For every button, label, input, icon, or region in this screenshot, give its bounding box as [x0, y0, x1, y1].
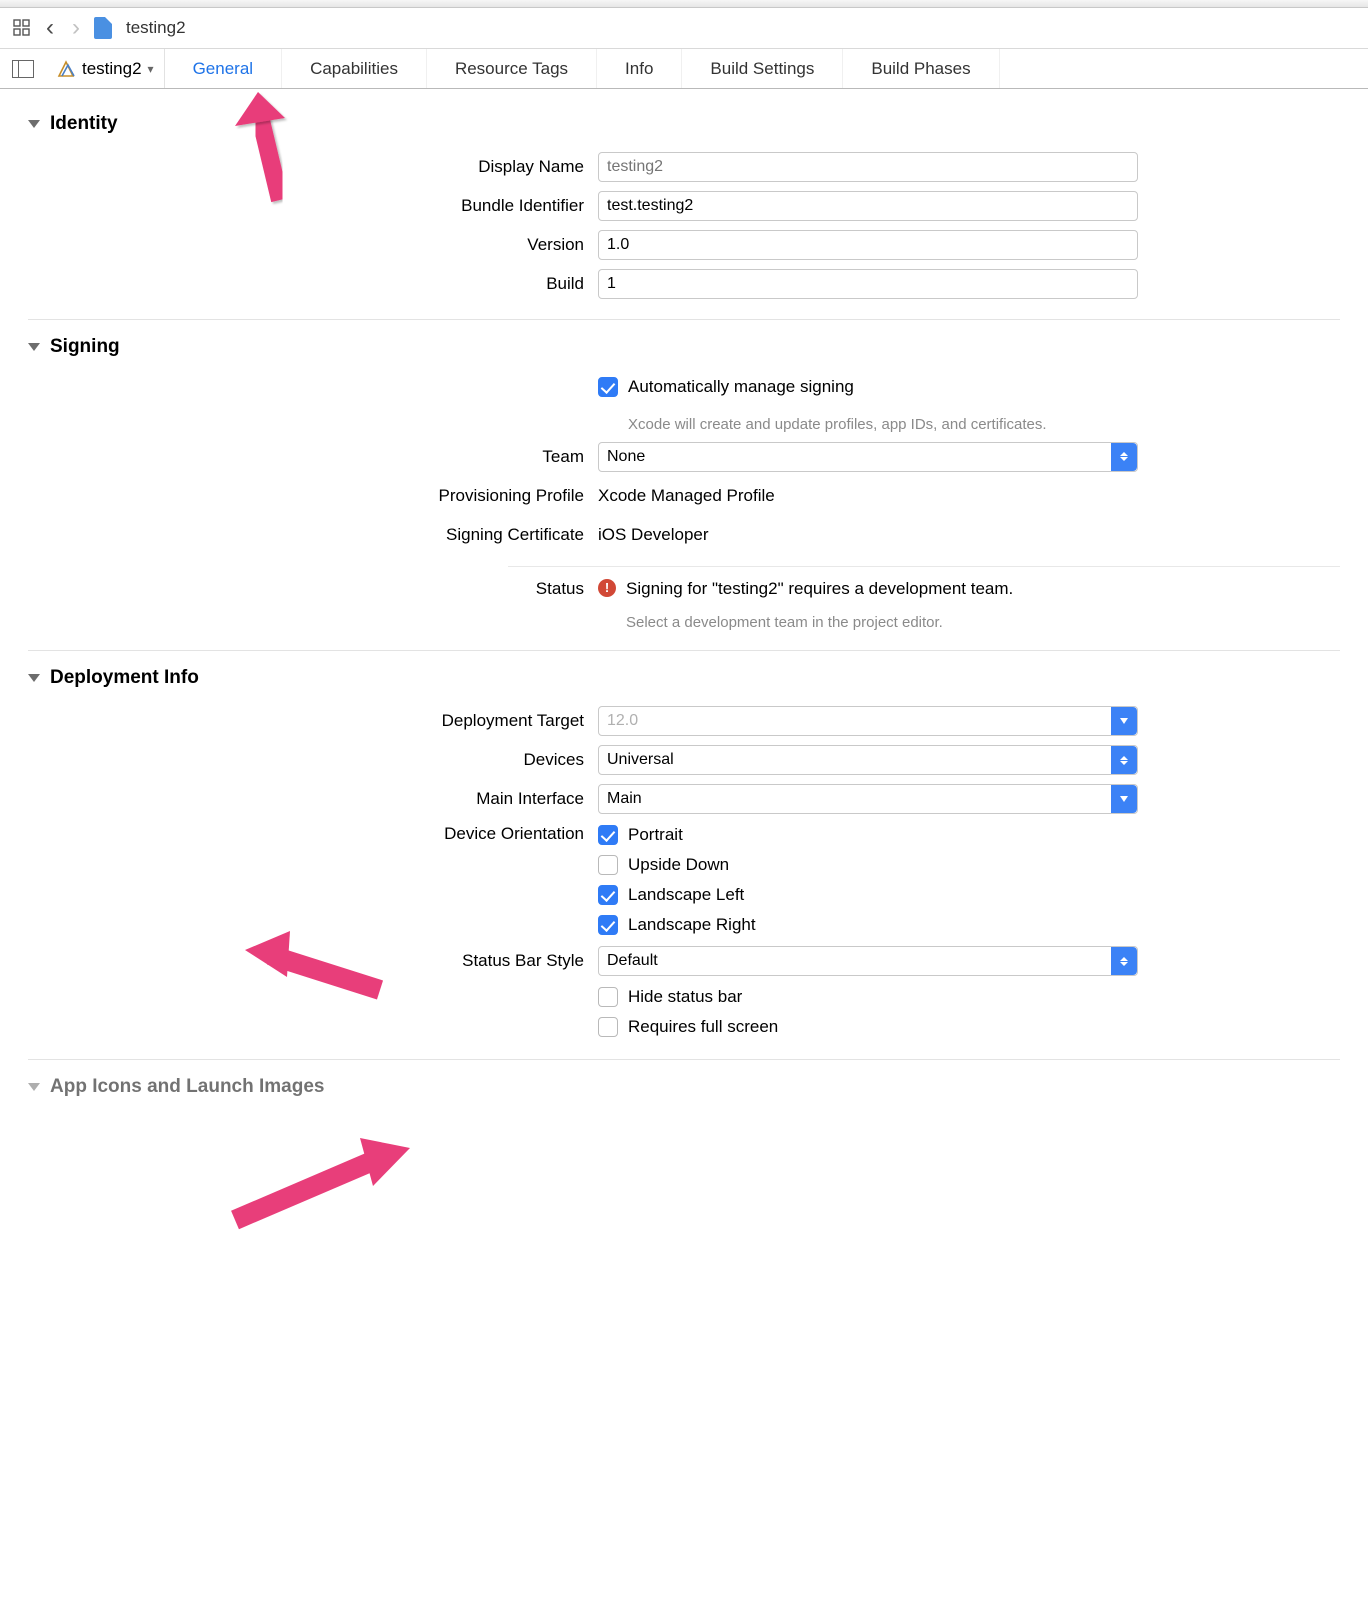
- provisioning-profile-label: Provisioning Profile: [38, 486, 598, 506]
- devices-select[interactable]: Universal: [598, 745, 1138, 775]
- project-tabs: General Capabilities Resource Tags Info …: [165, 49, 1364, 88]
- team-select[interactable]: None: [598, 442, 1138, 472]
- app-target-icon: [56, 59, 76, 79]
- section-app-icons-header[interactable]: App Icons and Launch Images: [28, 1074, 1340, 1108]
- orientation-landscape-left-label: Landscape Left: [628, 885, 744, 905]
- devices-value: Universal: [607, 751, 674, 769]
- bundle-id-label: Bundle Identifier: [38, 196, 598, 216]
- sidebar-toggle-button[interactable]: [12, 60, 34, 78]
- path-toolbar: ‹ › testing2: [0, 8, 1368, 49]
- status-bar-style-label: Status Bar Style: [38, 951, 598, 971]
- orientation-upsidedown-checkbox[interactable]: [598, 855, 618, 875]
- display-name-label: Display Name: [38, 157, 598, 177]
- section-title: App Icons and Launch Images: [50, 1076, 325, 1098]
- orientation-landscape-right-checkbox[interactable]: [598, 915, 618, 935]
- main-interface-combo[interactable]: Main: [598, 784, 1138, 814]
- section-title: Deployment Info: [50, 667, 199, 689]
- section-identity-header[interactable]: Identity: [28, 111, 1340, 145]
- disclosure-triangle-icon: [28, 120, 40, 128]
- status-label: Status: [38, 579, 598, 599]
- section-signing: Signing Automatically manage signing Xco…: [28, 319, 1340, 632]
- target-name: testing2: [82, 59, 142, 79]
- window-titlebar: [0, 0, 1368, 8]
- auto-signing-note: Xcode will create and update profiles, a…: [598, 411, 1047, 435]
- orientation-upsidedown-label: Upside Down: [628, 855, 729, 875]
- status-message: Signing for "testing2" requires a develo…: [626, 579, 1013, 599]
- hide-status-bar-checkbox[interactable]: [598, 987, 618, 1007]
- requires-full-screen-label: Requires full screen: [628, 1017, 778, 1037]
- version-input[interactable]: [598, 230, 1138, 260]
- hide-status-bar-label: Hide status bar: [628, 987, 742, 1007]
- chevron-down-icon: [1111, 785, 1137, 813]
- deployment-target-combo[interactable]: 12.0: [598, 706, 1138, 736]
- section-deployment-info: Deployment Info Deployment Target 12.0 D…: [28, 650, 1340, 1041]
- team-label: Team: [38, 447, 598, 467]
- build-input[interactable]: [598, 269, 1138, 299]
- orientation-landscape-right-label: Landscape Right: [628, 915, 756, 935]
- team-value: None: [607, 448, 645, 466]
- section-signing-header[interactable]: Signing: [28, 334, 1340, 368]
- breadcrumb-project[interactable]: testing2: [126, 18, 186, 38]
- signing-cert-value: iOS Developer: [598, 525, 709, 545]
- nav-forward-button[interactable]: ›: [68, 14, 84, 42]
- disclosure-triangle-icon: [28, 674, 40, 682]
- tab-capabilities[interactable]: Capabilities: [282, 49, 427, 88]
- build-label: Build: [38, 274, 598, 294]
- project-file-icon: [94, 17, 112, 39]
- tab-general[interactable]: General: [165, 49, 282, 88]
- chevron-down-icon: [1111, 707, 1137, 735]
- section-identity: Identity Display Name Bundle Identifier …: [28, 101, 1340, 301]
- chevron-updown-icon: [1111, 746, 1137, 774]
- display-name-input[interactable]: [598, 152, 1138, 182]
- section-title: Signing: [50, 336, 120, 358]
- disclosure-triangle-icon: [28, 343, 40, 351]
- deployment-target-label: Deployment Target: [38, 711, 598, 731]
- nav-back-button[interactable]: ‹: [42, 14, 58, 42]
- error-icon: !: [598, 579, 616, 597]
- tab-info[interactable]: Info: [597, 49, 682, 88]
- section-deployment-header[interactable]: Deployment Info: [28, 665, 1340, 699]
- status-bar-style-select[interactable]: Default: [598, 946, 1138, 976]
- section-title: Identity: [50, 113, 118, 135]
- auto-signing-checkbox[interactable]: [598, 377, 618, 397]
- orientation-landscape-left-checkbox[interactable]: [598, 885, 618, 905]
- main-interface-value: Main: [607, 790, 642, 808]
- bundle-id-input[interactable]: [598, 191, 1138, 221]
- signing-cert-label: Signing Certificate: [38, 525, 598, 545]
- provisioning-profile-value: Xcode Managed Profile: [598, 486, 775, 506]
- chevron-updown-icon: [1111, 947, 1137, 975]
- tab-build-phases[interactable]: Build Phases: [843, 49, 999, 88]
- editor-tabs-bar: testing2 ▾ General Capabilities Resource…: [0, 49, 1368, 89]
- auto-signing-label: Automatically manage signing: [628, 377, 854, 397]
- layout-grid-icon[interactable]: [12, 18, 32, 38]
- chevron-updown-icon: ▾: [148, 62, 154, 76]
- requires-full-screen-checkbox[interactable]: [598, 1017, 618, 1037]
- orientation-portrait-checkbox[interactable]: [598, 825, 618, 845]
- status-bar-style-value: Default: [607, 952, 658, 970]
- status-note: Select a development team in the project…: [598, 609, 943, 633]
- tab-resource-tags[interactable]: Resource Tags: [427, 49, 597, 88]
- tab-build-settings[interactable]: Build Settings: [682, 49, 843, 88]
- section-app-icons: App Icons and Launch Images: [28, 1059, 1340, 1108]
- devices-label: Devices: [38, 750, 598, 770]
- chevron-updown-icon: [1111, 443, 1137, 471]
- disclosure-triangle-icon: [28, 1083, 40, 1091]
- device-orientation-label: Device Orientation: [38, 821, 598, 844]
- deployment-target-value: 12.0: [607, 712, 638, 730]
- main-interface-label: Main Interface: [38, 789, 598, 809]
- target-selector[interactable]: testing2 ▾: [46, 49, 165, 88]
- orientation-portrait-label: Portrait: [628, 825, 683, 845]
- version-label: Version: [38, 235, 598, 255]
